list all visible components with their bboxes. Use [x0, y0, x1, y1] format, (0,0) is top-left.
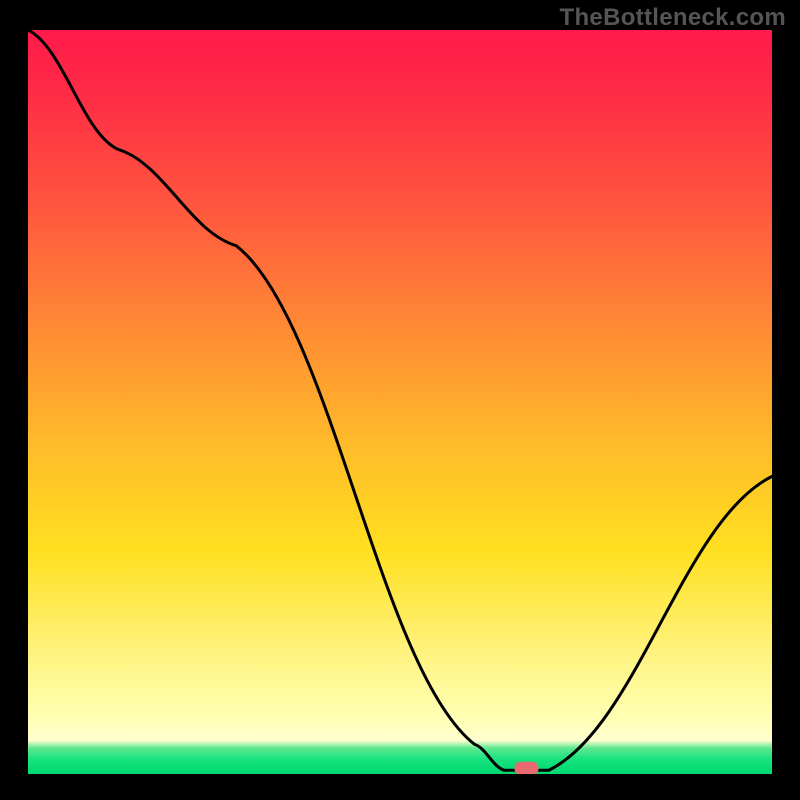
chart-frame: TheBottleneck.com: [0, 0, 800, 800]
plot-area: [28, 30, 772, 774]
watermark-text: TheBottleneck.com: [560, 4, 786, 32]
optimum-marker: [28, 30, 772, 774]
